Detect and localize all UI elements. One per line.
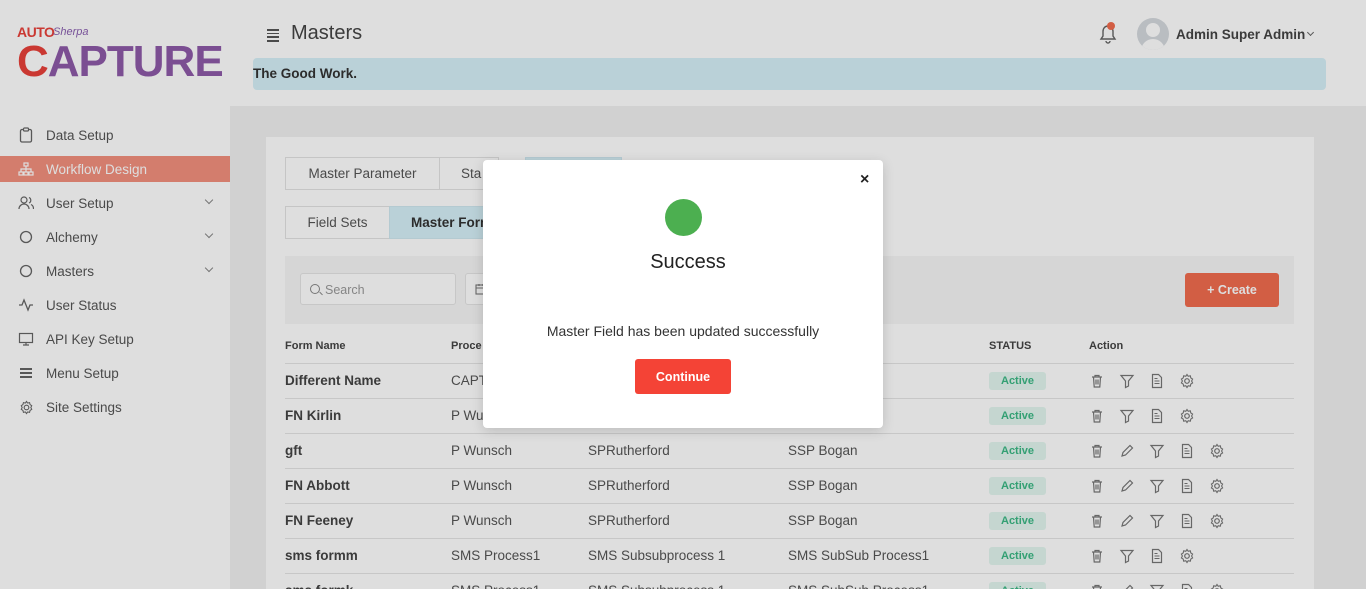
success-modal: × Success Master Field has been updated … [483,160,883,428]
close-icon[interactable]: × [860,171,869,189]
modal-message: Master Field has been updated successful… [546,323,820,339]
success-indicator [665,199,702,236]
modal-title: Success [650,251,726,273]
continue-button[interactable]: Continue [635,359,731,394]
